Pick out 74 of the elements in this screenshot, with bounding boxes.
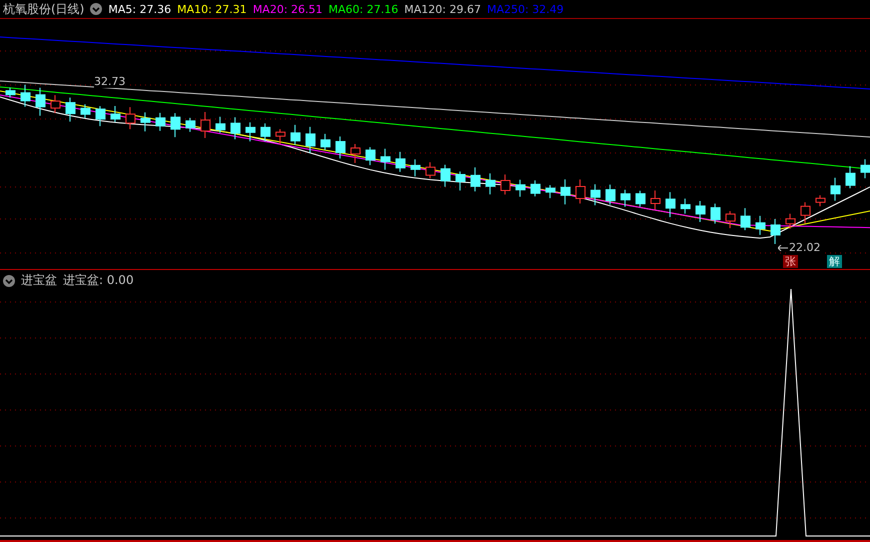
candlestick: [666, 192, 676, 218]
candlestick: [756, 215, 766, 236]
candlestick: [560, 178, 570, 205]
candlestick: [186, 117, 196, 132]
candlestick: [830, 177, 840, 202]
candlestick: [170, 112, 180, 138]
candlestick: [6, 87, 16, 98]
high-price-label: 32.73: [94, 75, 126, 88]
candlestick: [396, 151, 406, 172]
candlestick: [216, 116, 226, 134]
candlestick: [770, 218, 780, 244]
candlestick: [606, 184, 616, 206]
candlestick: [576, 179, 586, 204]
candlestick: [470, 166, 480, 192]
candlestick: [620, 189, 630, 208]
arrow-icon: [778, 245, 788, 251]
candlestick: [546, 184, 556, 199]
stock-title: 杭氧股份(日线): [3, 0, 84, 18]
candlestick: [306, 126, 316, 154]
moving-average-legend: MA20: 26.51: [252, 2, 323, 16]
candlestick: [276, 128, 286, 145]
candlestick: [486, 172, 496, 195]
candlestick: [590, 184, 600, 206]
candlestick: [530, 180, 540, 197]
moving-average-legend: MA10: 27.31: [177, 2, 247, 16]
candlestick: [80, 104, 90, 119]
candlestick: [50, 94, 60, 114]
candlestick: [680, 198, 690, 214]
candlestick: [740, 208, 750, 231]
candlestick: [126, 106, 136, 130]
candlestick: [636, 190, 646, 208]
candlestick: [860, 158, 870, 179]
candlestick: [800, 202, 810, 224]
candlestick: [320, 133, 330, 150]
candlestick: [66, 97, 76, 122]
indicator-reading: 进宝盆: 0.00: [63, 272, 134, 289]
low-price-label: 22.02: [789, 241, 820, 254]
moving-average-legend: MA5: 27.36: [108, 2, 172, 16]
marker-badge: 解: [827, 255, 842, 268]
candlestick: [726, 210, 736, 229]
candlestick: [650, 190, 660, 210]
candlestick: [36, 87, 46, 116]
candlestick: [20, 84, 30, 108]
indicator-title: 进宝盆: [21, 272, 57, 289]
collapse-icon[interactable]: [90, 3, 102, 15]
moving-average-legend: MA120: 29.67: [404, 2, 481, 16]
candlestick: [140, 112, 150, 132]
candlestick: [380, 148, 390, 170]
candlestick: [260, 122, 270, 142]
candlestick: [500, 174, 510, 195]
candlestick: [426, 162, 436, 179]
candlestick: [410, 158, 420, 177]
candlestick: [96, 106, 106, 127]
candlestick: [696, 200, 706, 222]
candlestick: [350, 143, 360, 164]
candlestick: [516, 179, 526, 198]
marker-badge: 张: [783, 255, 798, 268]
candlestick: [440, 164, 450, 188]
candlestick: [456, 171, 466, 191]
moving-average-legend: MA60: 27.16: [328, 2, 398, 16]
candlestick: [710, 203, 720, 224]
candlestick: [816, 194, 826, 207]
moving-average-legend: MA250: 32.49: [486, 2, 564, 16]
collapse-icon[interactable]: [3, 274, 15, 286]
candlestick: [846, 166, 856, 189]
candlestick: [156, 112, 166, 132]
candlestick: [290, 124, 300, 146]
candlestick: [110, 106, 120, 123]
candlestick: [246, 122, 256, 142]
candlestick: [786, 213, 796, 230]
candlestick: [230, 116, 240, 140]
candlestick: [366, 146, 376, 166]
candlestick: [336, 136, 346, 160]
candlestick: [200, 112, 210, 139]
